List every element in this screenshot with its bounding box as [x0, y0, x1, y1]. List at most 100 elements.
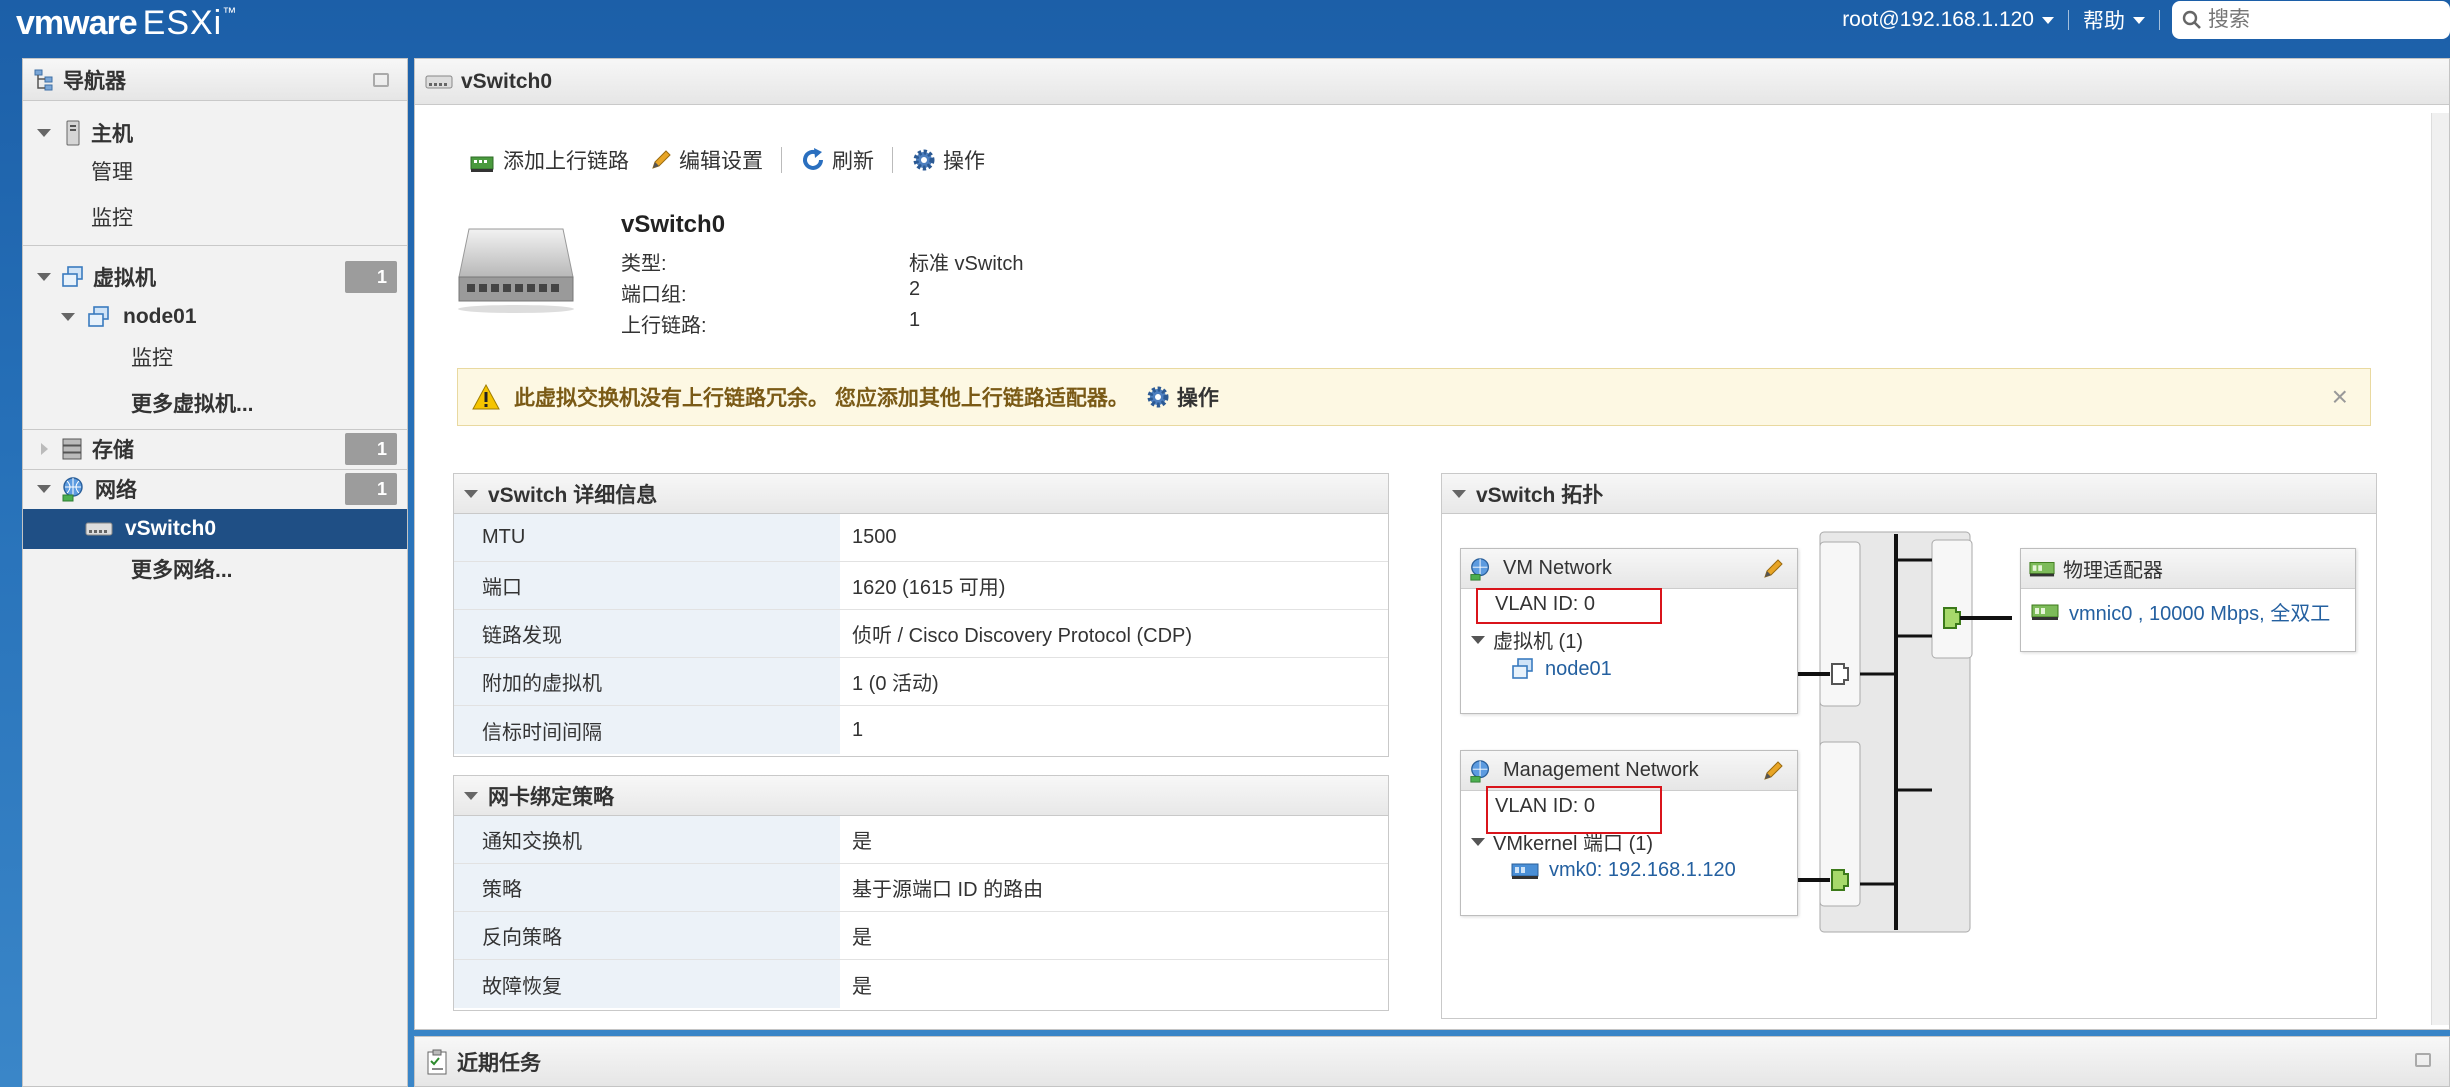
prop-value: 1	[909, 309, 921, 331]
tasks-icon	[427, 1049, 447, 1074]
nav-host-monitor[interactable]: 监控	[23, 197, 407, 237]
table-row: 附加的虚拟机 1 (0 活动)	[454, 658, 1388, 706]
add-uplink-button[interactable]: 添加上行链路	[459, 145, 639, 175]
nav-label: node01	[123, 305, 197, 328]
minimize-icon[interactable]	[2415, 1053, 2431, 1067]
row-value: 侦听 / Cisco Discovery Protocol (CDP)	[852, 625, 1193, 647]
minimize-icon[interactable]	[373, 73, 389, 87]
add-uplink-icon	[470, 156, 494, 172]
nic-icon	[1511, 863, 1539, 879]
alert-actions-button[interactable]: 操作	[1145, 382, 1219, 412]
row-value: 1500	[852, 526, 897, 548]
prop-value: 标准 vSwitch	[909, 253, 1024, 275]
nav-label: 更多网络...	[131, 559, 233, 582]
chevron-down-icon[interactable]	[37, 129, 51, 137]
vmkernel-link[interactable]: vmk0: 192.168.1.120	[1511, 859, 1736, 882]
nav-vm-monitor[interactable]: 监控	[23, 337, 407, 377]
toolbar: 添加上行链路 编辑设置 刷新 操作	[459, 145, 995, 175]
vswitch-details-section: vSwitch 详细信息 MTU 1500 端口 1620 (1615 可用) 链路…	[453, 473, 1389, 757]
nav-storage[interactable]: 存储 1	[23, 429, 407, 469]
navigator-icon	[34, 69, 53, 90]
adapters-header: 物理适配器	[2021, 549, 2355, 589]
chevron-down-icon	[464, 489, 478, 498]
nav-host-manage[interactable]: 管理	[23, 151, 407, 191]
row-key: 策略	[454, 864, 840, 911]
chevron-right-icon[interactable]	[41, 443, 48, 455]
refresh-icon	[803, 148, 823, 170]
vswitch-large-icon	[458, 228, 574, 313]
brand-text: vmware	[16, 4, 138, 42]
chevron-down-icon[interactable]	[37, 485, 51, 493]
portgroup-vm-network[interactable]: VM Network VLAN ID: 0 虚拟机 (1) node01	[1460, 548, 1798, 714]
nav-vms[interactable]: 虚拟机 1	[23, 257, 407, 297]
storage-count-badge: 1	[345, 433, 397, 465]
chevron-down-icon	[1471, 635, 1485, 644]
search-input[interactable]	[2208, 8, 2438, 32]
nav-label: 监控	[131, 347, 173, 370]
prop-label: 端口组:	[621, 284, 687, 306]
user-label: root@192.168.1.120	[1842, 8, 2034, 31]
row-key: 端口	[454, 562, 840, 609]
edit-settings-button[interactable]: 编辑设置	[639, 145, 773, 175]
nav-vswitch0[interactable]: vSwitch0	[23, 509, 407, 549]
section-header[interactable]: vSwitch 详细信息	[454, 474, 1388, 514]
network-icon	[1470, 759, 1490, 783]
vm-icon	[1512, 658, 1533, 679]
section-title: 网卡绑定策略	[488, 785, 614, 809]
chevron-down-icon	[2133, 16, 2145, 24]
nav-network[interactable]: 网络 1	[23, 469, 407, 509]
gear-icon	[913, 149, 935, 171]
network-count-badge: 1	[345, 473, 397, 505]
table-row: 信标时间间隔 1	[454, 706, 1388, 754]
nav-more-networks[interactable]: 更多网络...	[23, 549, 407, 589]
section-header[interactable]: vSwitch 拓扑	[1442, 474, 2376, 514]
vm-link[interactable]: node01	[1511, 657, 1612, 681]
search-icon	[2182, 10, 2201, 29]
nav-label: 更多虚拟机...	[131, 393, 254, 416]
chevron-down-icon	[464, 791, 478, 800]
table-row: 故障恢复是	[454, 960, 1388, 1008]
top-bar: vmware ESXi™ root@192.168.1.120 帮助	[0, 0, 2450, 48]
divider	[2159, 10, 2160, 30]
navigator-title: 导航器	[63, 69, 126, 93]
chevron-down-icon[interactable]	[37, 273, 51, 281]
section-header[interactable]: 网卡绑定策略	[454, 776, 1388, 816]
pencil-icon[interactable]	[1761, 759, 1785, 783]
row-key: 反向策略	[454, 912, 840, 959]
nic-icon	[2029, 561, 2055, 576]
vmnic-link[interactable]: vmnic0 , 10000 Mbps, 全双工	[2031, 597, 2330, 626]
row-value: 1 (0 活动)	[852, 673, 939, 695]
table-row: 链路发现 侦听 / Cisco Discovery Protocol (CDP)	[454, 610, 1388, 658]
nav-label: 存储	[92, 439, 134, 462]
vswitch-name: vSwitch0	[621, 211, 726, 238]
nav-label: 监控	[91, 207, 133, 230]
divider	[23, 245, 407, 246]
vm-group[interactable]: 虚拟机 (1)	[1471, 625, 1583, 654]
section-title: vSwitch 拓扑	[1476, 483, 1604, 507]
nav-label: 管理	[91, 161, 133, 184]
chevron-down-icon[interactable]	[61, 313, 75, 321]
recent-tasks-panel[interactable]: 近期任务	[414, 1036, 2450, 1087]
divider	[892, 147, 893, 173]
vmnic-name: vmnic0 , 10000 Mbps, 全双工	[2069, 603, 2331, 625]
close-icon[interactable]: ×	[2332, 381, 2348, 413]
actions-button[interactable]: 操作	[901, 145, 995, 175]
refresh-button[interactable]: 刷新	[790, 145, 884, 175]
vlan-highlight	[1486, 786, 1662, 834]
nav-vm-node01[interactable]: node01	[23, 297, 407, 337]
help-menu[interactable]: 帮助	[2069, 5, 2159, 35]
pencil-icon[interactable]	[1761, 557, 1785, 581]
prop-label: 上行链路:	[621, 315, 707, 337]
warning-icon	[472, 384, 500, 410]
warning-text: 此虚拟交换机没有上行链路冗余。 您应添加其他上行链路适配器。	[514, 387, 1129, 410]
user-menu[interactable]: root@192.168.1.120	[1828, 8, 2068, 32]
host-icon	[66, 120, 80, 146]
portgroup-header: VM Network	[1461, 549, 1797, 589]
scrollbar[interactable]	[2431, 113, 2449, 1025]
main-panel: vSwitch0 添加上行链路 编辑设置 刷新 操作 vSwitch0 类型: …	[414, 58, 2450, 1030]
nav-more-vms[interactable]: 更多虚拟机...	[23, 383, 407, 423]
row-value: 1620 (1615 可用)	[852, 577, 1006, 599]
vmware-logo: vmware ESXi™	[16, 4, 236, 43]
nav-host[interactable]: 主机	[23, 113, 407, 153]
row-value: 1	[852, 718, 864, 741]
